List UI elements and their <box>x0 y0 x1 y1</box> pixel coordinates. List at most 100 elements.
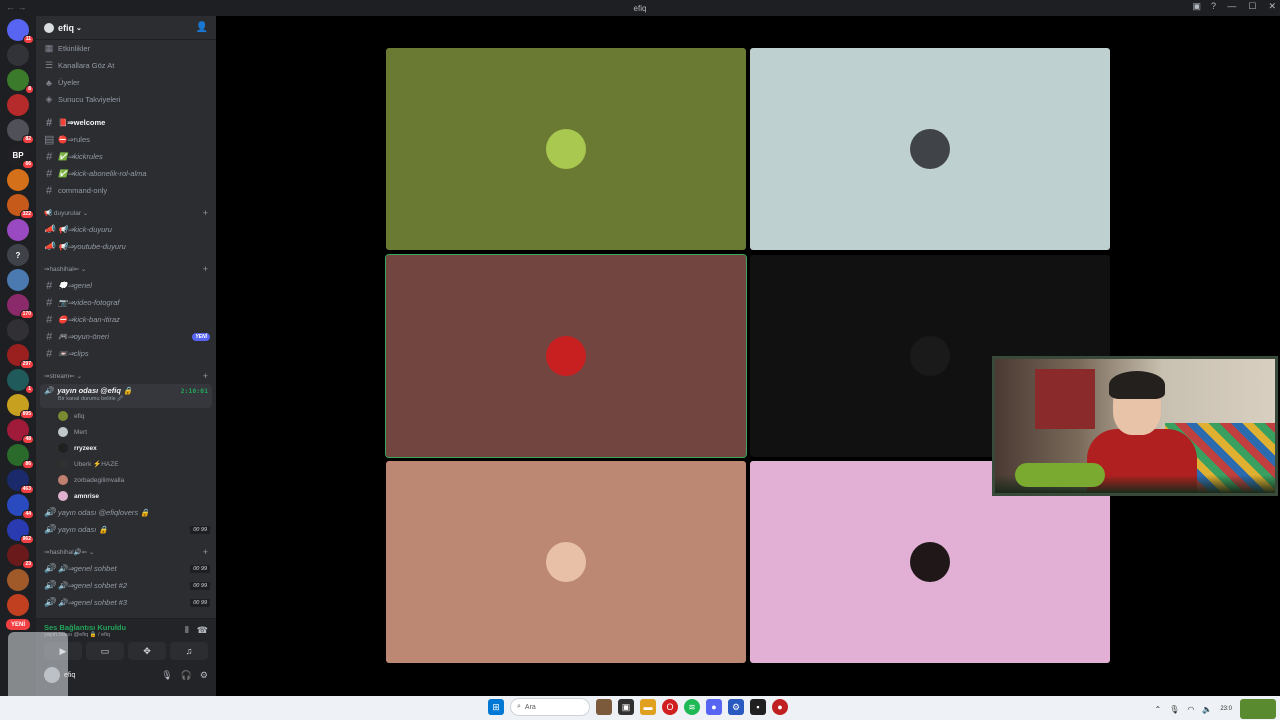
channel-item[interactable]: # ⛔⇒kick-ban-itiraz <box>36 311 216 328</box>
settings-app-icon[interactable]: ⚙ <box>728 699 744 715</box>
user-limit-badge: 00 99 <box>190 564 210 573</box>
discord-icon[interactable]: ● <box>706 699 722 715</box>
server-server-crimson-icon[interactable]: 48 <box>7 419 34 444</box>
video-tile[interactable] <box>386 461 746 663</box>
voice-member[interactable]: Mert <box>36 424 216 440</box>
invite-icon[interactable]: 👤 <box>196 22 208 33</box>
channel-item[interactable]: # 📷⇒video-fotograf <box>36 294 216 311</box>
server-server-bp-icon[interactable]: BP 66 <box>7 144 34 169</box>
guild-header[interactable]: efiq ⌄ 👤 <box>36 16 216 40</box>
voice-channel-item[interactable]: 🔊 yayın odası 🔒 00 99 <box>36 521 216 538</box>
voice-member[interactable]: zorbadegilimvalla <box>36 472 216 488</box>
server-discord-home-icon-icon[interactable]: 11 <box>7 19 34 44</box>
channel-item[interactable]: ▤ ⛔⇒rules <box>36 131 216 148</box>
help-icon[interactable]: ? <box>1211 1 1216 12</box>
video-tile[interactable] <box>750 48 1110 250</box>
server-server-bronze-icon[interactable] <box>7 569 29 591</box>
soundboard-button[interactable]: ♫ <box>170 642 208 660</box>
server-server-green-icon[interactable]: 8 <box>7 69 34 94</box>
clock[interactable]: 23:0 <box>1220 706 1232 713</box>
file-explorer-icon[interactable]: ▬ <box>640 699 656 715</box>
voice-channel-item[interactable]: 🔊 🔊⇒genel sohbet #2 00 99 <box>36 577 216 594</box>
add-channel-icon[interactable]: + <box>203 371 208 381</box>
server-server-pink-icon[interactable]: 170 <box>7 294 34 319</box>
voice-channel-item[interactable]: 🔊 🔊⇒genel sohbet #3 00 99 <box>36 594 216 611</box>
server-server-poker-icon[interactable] <box>7 594 29 616</box>
category-duyurular[interactable]: 📢 duyurular ⌄ + <box>36 205 216 221</box>
menu-item-calendar[interactable]: ▦ Etkinlikler <box>36 40 216 57</box>
minimize-icon[interactable]: — <box>1227 1 1236 12</box>
server-robot-icon-icon[interactable] <box>7 44 29 66</box>
channel-item[interactable]: # 📕⇒welcome <box>36 114 216 131</box>
server-server-teal-icon[interactable]: 1 <box>7 369 34 394</box>
volume-icon[interactable]: 🔈 <box>1202 705 1212 714</box>
inbox-icon[interactable]: ▣ <box>1192 1 1201 12</box>
spotify-icon[interactable]: ≋ <box>684 699 700 715</box>
video-tile[interactable] <box>385 254 747 458</box>
headphones-icon[interactable]: 🎧 <box>181 670 192 681</box>
voice-channel-item[interactable]: 🔊 🔊⇒genel sohbet 00 99 <box>36 560 216 577</box>
server-server-yellow-icon[interactable]: 895 <box>7 394 34 419</box>
category-hashihal[interactable]: ⇒hashihal⇐ ⌄ + <box>36 261 216 277</box>
menu-item-browse-channels[interactable]: ☰ Kanallara Göz At <box>36 57 216 74</box>
server-server-red2-icon[interactable]: 297 <box>7 344 34 369</box>
channel-item[interactable]: 📣 📢⇒youtube-duyuru <box>36 238 216 255</box>
screen-share-button[interactable]: ▭ <box>86 642 124 660</box>
add-channel-icon[interactable]: + <box>203 547 208 557</box>
channel-item[interactable]: 📣 📢⇒kick-duyuru <box>36 221 216 238</box>
close-icon[interactable]: ✕ <box>1268 1 1276 12</box>
back-forward-icon[interactable]: ← → <box>6 2 27 12</box>
server-server-blue2-icon[interactable]: 44 <box>7 494 34 519</box>
channel-item[interactable]: # 📼⇒clips <box>36 345 216 362</box>
terminal-icon[interactable]: ▪ <box>750 699 766 715</box>
calendar-icon: ▦ <box>44 43 54 53</box>
channel-item[interactable]: # 💭⇒genel <box>36 277 216 294</box>
start-icon[interactable]: ⊞ <box>488 699 504 715</box>
active-voice-channel[interactable]: 🔊 yayın odası @efiq 🔒 2:10:01 Bir kanal … <box>40 384 212 408</box>
channel-item[interactable]: # 🎮⇒oyun-öneri YENİ <box>36 328 216 345</box>
category-stream[interactable]: ⇒stream⇐ ⌄ + <box>36 368 216 384</box>
opera-icon[interactable]: O <box>662 699 678 715</box>
voice-member[interactable]: Uberk ⚡HAZE <box>36 456 216 472</box>
server-server-dark-icon[interactable] <box>7 319 29 341</box>
maximize-icon[interactable]: ☐ <box>1248 1 1256 12</box>
server-server-green2-icon[interactable]: 86 <box>7 444 34 469</box>
voice-member[interactable]: rryzeex <box>36 440 216 456</box>
voice-member[interactable]: amnrise <box>36 488 216 504</box>
server-server-maroon-icon[interactable]: 23 <box>7 544 34 569</box>
server-server-help-icon[interactable]: ? <box>7 244 29 266</box>
taskview-icon[interactable]: ▣ <box>618 699 634 715</box>
taskbar-app-icon[interactable] <box>596 699 612 715</box>
channel-item[interactable]: # command-only <box>36 182 216 199</box>
menu-item-members[interactable]: ♣ Üyeler <box>36 74 216 91</box>
category-hashihal-voice[interactable]: ⇒hashihal🔊⇐ ⌄ + <box>36 544 216 560</box>
add-channel-icon[interactable]: + <box>203 208 208 218</box>
server-server-brown-icon[interactable]: 322 <box>7 194 34 219</box>
add-channel-icon[interactable]: + <box>203 264 208 274</box>
server-server-navy-icon[interactable]: 463 <box>7 469 34 494</box>
mic-tray-icon[interactable]: 🎙 <box>1169 705 1179 714</box>
voice-member[interactable]: efiq <box>36 408 216 424</box>
server-server-indigo-icon[interactable]: 962 <box>7 519 34 544</box>
menu-item-boost[interactable]: ◈ Sunucu Takviyeleri <box>36 91 216 108</box>
settings-gear-icon[interactable]: ⚙ <box>200 670 208 681</box>
channel-status[interactable]: Bir kanal durumu belirle 🖉 <box>44 395 208 404</box>
record-app-icon[interactable]: ● <box>772 699 788 715</box>
voice-channel-item[interactable]: 🔊 yayın odası @efiqlovers 🔒 <box>36 504 216 521</box>
search-box[interactable]: ⌕ Ara <box>510 698 590 716</box>
server-server-gray-icon[interactable]: 82 <box>7 119 34 144</box>
server-server-purple-icon[interactable] <box>7 219 29 241</box>
server-server-red-icon[interactable] <box>7 94 29 116</box>
noise-suppression-icon[interactable]: ⫴ <box>185 625 189 636</box>
activities-button[interactable]: ✥ <box>128 642 166 660</box>
channel-item[interactable]: # ✅⇒kickrules <box>36 148 216 165</box>
video-tile[interactable] <box>386 48 746 250</box>
microphone-icon[interactable]: 🎙 <box>161 670 172 681</box>
server-server-orange-icon[interactable] <box>7 169 29 191</box>
server-server-blue-icon[interactable] <box>7 269 29 291</box>
channel-item[interactable]: # ✅⇒kick-abonelik-rol-alma <box>36 165 216 182</box>
wifi-icon[interactable]: ◠ <box>1187 705 1194 714</box>
disconnect-icon[interactable]: ☎ <box>197 625 208 636</box>
chevron-up-icon[interactable]: ⌃ <box>1155 705 1162 714</box>
mention-badge: 23 <box>22 560 34 569</box>
